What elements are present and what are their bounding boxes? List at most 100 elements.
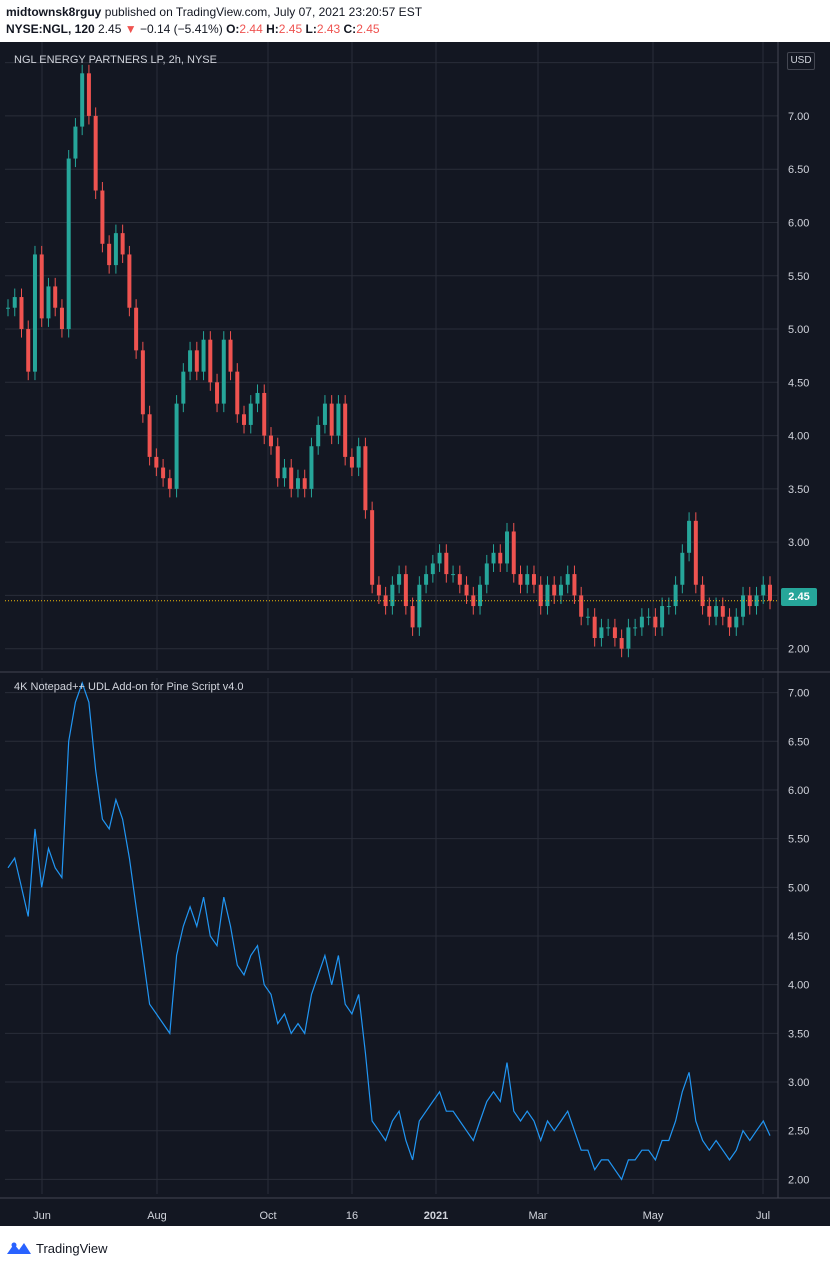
y-tick-label: 2.00 [788, 644, 809, 656]
candle-body [167, 478, 172, 489]
candle-body [639, 616, 644, 628]
candle-body [140, 350, 145, 415]
y-tick-label: 3.00 [788, 537, 809, 549]
tradingview-footer[interactable]: TradingView [6, 1238, 108, 1258]
y-tick-label: 7.00 [788, 688, 809, 700]
candle-body [572, 574, 577, 596]
currency-label[interactable]: USD [787, 52, 815, 70]
candle-body [424, 574, 429, 585]
candle-body [161, 467, 166, 479]
candle-body [349, 456, 354, 468]
x-tick-label: May [643, 1210, 664, 1222]
candle-body [444, 552, 449, 575]
candle-body [235, 371, 240, 415]
candle-body [134, 307, 139, 351]
candle-body [633, 627, 638, 629]
candle-body [558, 584, 563, 596]
y-tick-label: 5.00 [788, 882, 809, 894]
candle-body [734, 616, 739, 628]
y-tick-label: 5.50 [788, 271, 809, 283]
candle-body [484, 563, 489, 585]
candle-body [525, 574, 530, 585]
candle-body [403, 574, 408, 607]
ohlc-line: NYSE:NGL, 120 2.45 ▼ −0.14 (−5.41%) O:2.… [6, 22, 380, 36]
y-tick-label: 2.00 [788, 1174, 809, 1186]
candle-body [545, 584, 550, 607]
y-tick-label: 5.00 [788, 324, 809, 336]
indicator-line [7, 681, 771, 1181]
candle-body [606, 627, 611, 629]
candle-body [646, 616, 651, 618]
candle-body [552, 584, 557, 596]
candle-body [262, 392, 267, 436]
candle-body [53, 286, 58, 308]
candle-body [242, 414, 247, 425]
tradingview-brand: TradingView [36, 1240, 108, 1256]
candle-body [626, 627, 631, 649]
chart-svg[interactable]: 7.507.006.506.005.505.004.504.003.503.00… [0, 42, 830, 1226]
candle-body [208, 339, 213, 383]
candle-body [268, 435, 273, 447]
candle-body [80, 73, 85, 127]
x-tick-label: Jun [33, 1210, 51, 1222]
candle-body [451, 574, 456, 576]
main-pane-title: NGL ENERGY PARTNERS LP, 2h, NYSE [14, 54, 217, 66]
candle-body [693, 520, 698, 585]
author-name[interactable]: midtownsk8rguy [6, 5, 101, 19]
y-tick-label: 3.00 [788, 1077, 809, 1089]
candle-body [194, 350, 199, 372]
last-price: 2.45 [98, 22, 122, 36]
candle-body [356, 446, 361, 468]
candle-body [761, 584, 766, 596]
candle-body [768, 584, 772, 601]
candle-body [329, 403, 334, 436]
y-tick-label: 4.00 [788, 431, 809, 443]
candle-body [316, 424, 321, 447]
candle-body [309, 446, 314, 489]
high-value: 2.45 [278, 22, 303, 36]
candle-body [680, 552, 685, 585]
candle-body [336, 403, 341, 436]
y-tick-label: 6.00 [788, 217, 809, 229]
candle-body [248, 403, 253, 425]
x-tick-label: 2021 [424, 1210, 448, 1222]
symbol-label: NYSE:NGL, 120 [6, 22, 95, 36]
y-tick-label: 6.50 [788, 164, 809, 176]
last-price-badge: 2.45 [781, 588, 817, 606]
candle-body [302, 478, 307, 489]
candle-body [19, 297, 24, 330]
candle-body [491, 552, 496, 564]
candle-body [741, 595, 746, 617]
candle-body [66, 158, 71, 330]
candle-body [322, 403, 327, 425]
candle-body [612, 627, 617, 639]
candle-body [700, 584, 705, 607]
candle-body [417, 584, 422, 628]
candle-body [100, 190, 105, 244]
publish-line: midtownsk8rguy published on TradingView.… [6, 5, 422, 19]
candle-body [93, 115, 98, 191]
candle-body [86, 73, 91, 116]
candle-body [579, 595, 584, 617]
candle-body [531, 574, 536, 585]
y-tick-label: 2.50 [788, 1126, 809, 1138]
candle-body [289, 467, 294, 489]
candle-body [666, 606, 671, 608]
candle-body [120, 233, 125, 255]
candle-body [255, 392, 260, 404]
y-tick-label: 6.50 [788, 736, 809, 748]
candle-body [727, 616, 732, 628]
candle-body [410, 606, 415, 628]
candle-body [397, 574, 402, 585]
candle-body [282, 467, 287, 479]
candle-body [619, 638, 624, 649]
chart-area[interactable]: 7.507.006.506.005.505.004.504.003.503.00… [0, 42, 830, 1226]
candle-body [660, 606, 665, 628]
candle-body [295, 478, 300, 489]
x-tick-label: Mar [529, 1210, 548, 1222]
y-tick-label: 4.00 [788, 980, 809, 992]
candle-body [275, 446, 280, 479]
candle-body [376, 584, 381, 596]
candle-body [511, 531, 516, 575]
x-tick-label: 16 [346, 1210, 358, 1222]
